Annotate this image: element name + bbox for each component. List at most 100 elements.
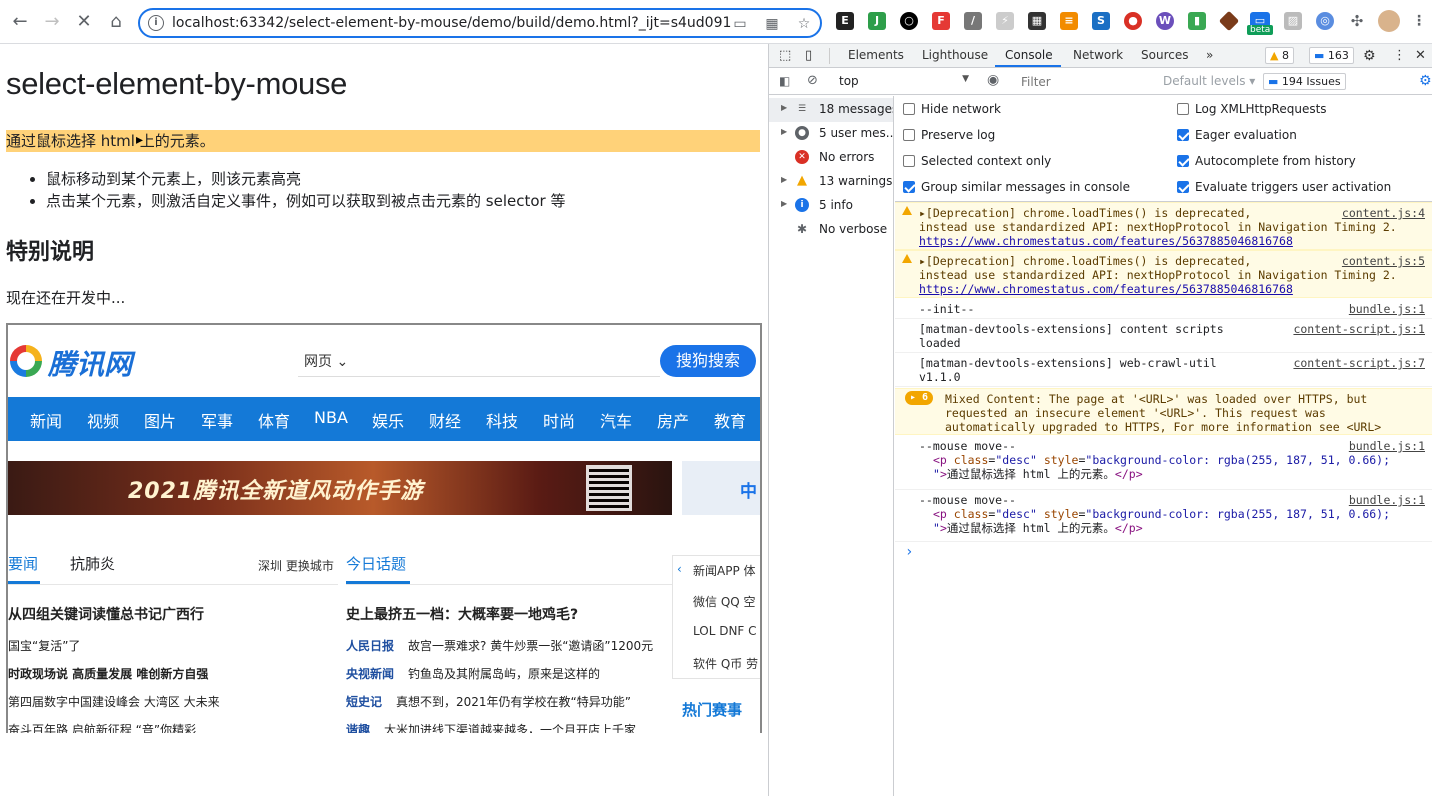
checkbox-box[interactable] <box>903 155 915 167</box>
news-link[interactable]: 第四届数字中国建设峰会 大湾区 大未来 <box>8 693 220 710</box>
search-input[interactable]: 网页 ⌄ <box>298 347 660 377</box>
menu-icon[interactable]: ⋮ <box>1410 12 1428 30</box>
user-activation-checkbox[interactable]: Evaluate triggers user activation <box>1177 180 1391 194</box>
gear-icon[interactable]: ⚙ <box>1363 48 1376 64</box>
search-type-select[interactable]: 网页 ⌄ <box>304 351 348 371</box>
console-prompt[interactable]: › <box>905 545 913 559</box>
issues-badge[interactable]: ▬ 194 Issues <box>1263 73 1346 90</box>
record-icon[interactable]: ● <box>1124 12 1142 30</box>
evernote-green-icon[interactable]: ▮ <box>1188 12 1206 30</box>
sidebar-item-messages[interactable]: ▶ ☰ 18 messages <box>769 98 893 122</box>
news-link[interactable]: 谐趣 大米加进线下渠道越来越多，一个月开店上千家 <box>346 721 636 733</box>
nav-item[interactable]: 财经 <box>429 408 461 432</box>
nav-item[interactable]: 房产 <box>657 408 689 432</box>
console-warning[interactable]: ▸ 6 Mixed Content: The page at '<URL>' w… <box>895 388 1432 435</box>
selected-context-checkbox[interactable]: Selected context only <box>903 154 1051 168</box>
inspect-icon[interactable]: ⬚ <box>779 48 791 63</box>
console-warning[interactable]: ▸[Deprecation] chrome.loadTimes() is dep… <box>895 202 1432 250</box>
sidebar-item-verbose[interactable]: ✱ No verbose <box>769 218 893 242</box>
console-log[interactable]: --mouse move-- bundle.js:1 <p class="des… <box>895 490 1432 542</box>
console-log[interactable]: [matman-devtools-extensions] content scr… <box>895 319 1432 353</box>
nav-item[interactable]: NBA <box>314 408 348 427</box>
preserve-log-checkbox[interactable]: Preserve log <box>903 128 995 142</box>
qq-logo[interactable]: 腾讯网 <box>8 341 148 381</box>
warnings-badge[interactable]: ▲ 8 <box>1265 47 1294 64</box>
console-element[interactable]: <p class="desc" style="background-color:… <box>933 507 1390 521</box>
nav-item[interactable]: 体育 <box>258 408 290 432</box>
sidebar-item-warnings[interactable]: ▶ ▲ 13 warnings <box>769 170 893 194</box>
sidebar-item-user-messages[interactable]: ▶ ● 5 user mes... <box>769 122 893 146</box>
extension-icon[interactable]: J <box>868 12 886 30</box>
nav-item[interactable]: 时尚 <box>543 408 575 432</box>
tab-pneumonia[interactable]: 抗肺炎 <box>70 553 115 574</box>
log-levels-select[interactable]: Default levels ▾ <box>1163 74 1255 88</box>
city-switcher[interactable]: 深圳 更换城市 <box>258 557 334 574</box>
site-info-icon[interactable]: i <box>148 15 164 31</box>
expand-arrow-icon[interactable]: ▶ <box>781 199 787 208</box>
news-link[interactable]: 奋斗百年路 启航新征程 “音”你精彩 <box>8 721 196 733</box>
checkbox-box[interactable] <box>1177 103 1189 115</box>
console-element[interactable]: ">通过鼠标选择 html 上的元素。</p> <box>933 521 1143 535</box>
nav-item[interactable]: 教育 <box>714 408 746 432</box>
tab-today-topic[interactable]: 今日话题 <box>346 553 406 574</box>
diamond-icon[interactable] <box>1218 10 1240 32</box>
group-similar-checkbox[interactable]: Group similar messages in console <box>903 180 1130 194</box>
news-link[interactable]: 人民日报 故宫一票难求? 黄牛炒票一张“邀请函”1200元 <box>346 637 653 654</box>
tab-lighthouse[interactable]: Lighthouse <box>922 48 988 62</box>
bookmark-star-icon[interactable]: ☆ <box>794 14 814 34</box>
sidebar-item-info[interactable]: ▶ i 5 info <box>769 194 893 218</box>
back-icon[interactable]: ← <box>8 10 32 34</box>
tab-network[interactable]: Network <box>1073 48 1123 62</box>
log-xhr-checkbox[interactable]: Log XMLHttpRequests <box>1177 102 1327 116</box>
messages-badge[interactable]: ▬ 163 <box>1309 47 1354 64</box>
news-headline[interactable]: 史上最挤五一档：大概率要一地鸡毛? <box>346 604 578 624</box>
game-ad-banner[interactable]: 2021腾讯全新道风动作手游 <box>8 461 672 515</box>
news-link[interactable]: 短史记 真想不到，2021年仍有学校在教“特异功能” <box>346 693 631 710</box>
console-link[interactable]: https://www.chromestatus.com/features/56… <box>919 282 1293 296</box>
sidebar-toggle-icon[interactable]: ◧ <box>779 74 790 88</box>
more-tabs-button[interactable]: » <box>1206 48 1213 62</box>
address-bar[interactable]: i localhost:63342/select-element-by-mous… <box>138 8 822 38</box>
checkbox-box[interactable] <box>1177 129 1189 141</box>
console-warning[interactable]: ▸[Deprecation] chrome.loadTimes() is dep… <box>895 250 1432 298</box>
nav-item[interactable]: 军事 <box>201 408 233 432</box>
qr-code-icon[interactable]: ▦ <box>762 14 782 34</box>
app-links-row[interactable]: 微信 QQ 空 <box>693 593 756 610</box>
tab-console[interactable]: Console <box>1005 48 1053 62</box>
source-link[interactable]: bundle.js:1 <box>1349 493 1425 507</box>
eye-icon[interactable]: ◉ <box>987 72 999 88</box>
console-log[interactable]: [matman-devtools-extensions] web-crawl-u… <box>895 353 1432 387</box>
puzzle-icon[interactable]: ✣ <box>1348 12 1366 30</box>
avatar[interactable] <box>1378 10 1400 32</box>
expand-arrow-icon[interactable]: ▶ <box>781 127 787 136</box>
autocomplete-checkbox[interactable]: Autocomplete from history <box>1177 154 1356 168</box>
expand-arrow-icon[interactable]: ▶ <box>781 175 787 184</box>
pdf-icon[interactable]: F <box>932 12 950 30</box>
nav-item[interactable]: 图片 <box>144 408 176 432</box>
tab-sources[interactable]: Sources <box>1141 48 1188 62</box>
checkbox-box[interactable] <box>1177 155 1189 167</box>
console-element[interactable]: <p class="desc" style="background-color:… <box>933 453 1390 467</box>
hide-network-checkbox[interactable]: Hide network <box>903 102 1001 116</box>
source-link[interactable]: bundle.js:1 <box>1349 302 1425 316</box>
context-select[interactable]: top ▼ <box>831 73 975 91</box>
checkbox-box[interactable] <box>903 129 915 141</box>
hot-events-heading[interactable]: 热门赛事 <box>682 699 742 720</box>
kebab-menu-icon[interactable]: ⋮ <box>1393 48 1406 63</box>
image-icon[interactable]: ▨ <box>1284 12 1302 30</box>
news-headline[interactable]: 从四组关键词读懂总书记广西行 <box>8 604 204 624</box>
source-link[interactable]: content.js:5 <box>1342 254 1425 268</box>
close-icon[interactable]: ✕ <box>1415 48 1426 63</box>
nav-item[interactable]: 视频 <box>87 408 119 432</box>
circle-icon[interactable]: ○ <box>900 12 918 30</box>
eyedropper-icon[interactable]: / <box>964 12 982 30</box>
checkbox-box[interactable] <box>903 103 915 115</box>
source-link[interactable]: bundle.js:1 <box>1349 439 1425 453</box>
tab-elements[interactable]: Elements <box>848 48 904 62</box>
checkbox-box[interactable] <box>903 181 915 193</box>
source-link[interactable]: content-script.js:1 <box>1293 322 1425 336</box>
app-links-row[interactable]: LOL DNF C <box>693 624 757 638</box>
url-text[interactable]: localhost:63342/select-element-by-mouse/… <box>172 15 732 31</box>
news-link[interactable]: 央视新闻 钓鱼岛及其附属岛屿，原来是这样的 <box>346 665 600 682</box>
source-link[interactable]: content-script.js:7 <box>1293 356 1425 370</box>
